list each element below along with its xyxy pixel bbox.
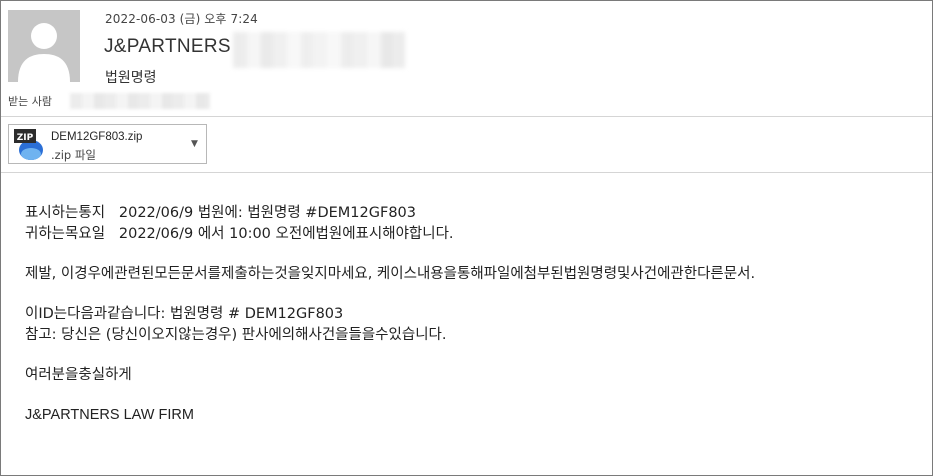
- attachment-file-name: DEM12GF803.zip: [51, 131, 143, 143]
- redacted-recipient: [70, 93, 210, 109]
- attachment-file-type: .zip 파일: [51, 148, 97, 162]
- email-subject: 법원명령: [105, 70, 157, 86]
- zip-icon-label: ZIP: [17, 133, 34, 143]
- attachment-item[interactable]: ZIP DEM12GF803.zip .zip 파일 ▼: [8, 124, 207, 164]
- body-line: 표시하는통지 2022/06/9 법원에: 법원명령 #DEM12GF803: [25, 205, 416, 221]
- chevron-down-icon[interactable]: ▼: [191, 139, 198, 149]
- body-line: 참고: 당신은 (당신이오지않는경우) 판사에의해사건을들을수있습니다.: [25, 327, 447, 343]
- header-divider: [1, 116, 932, 117]
- body-line: 이ID는다음과같습니다: 법원명령 # DEM12GF803: [25, 306, 344, 322]
- email-window: 2022-06-03 (금) 오후 7:24 J&PARTNERS 법원명령 받…: [0, 0, 933, 476]
- signature: J&PARTNERS LAW FIRM: [25, 407, 194, 423]
- body-line: 귀하는목요일 2022/06/9 에서 10:00 오전에법원에표시해야합니다.: [25, 226, 454, 242]
- sent-date: 2022-06-03 (금) 오후 7:24: [105, 12, 258, 26]
- sender-avatar: [8, 10, 80, 82]
- person-icon: [8, 10, 80, 82]
- email-body: 표시하는통지 2022/06/9 법원에: 법원명령 #DEM12GF803 귀…: [25, 203, 755, 426]
- body-line: 여러분을충실하게: [25, 367, 132, 383]
- body-line: 제발, 이경우에관련된모든문서를제출하는것을잊지마세요, 케이스내용을통해파일에…: [25, 266, 756, 282]
- redacted-sender-address: [233, 32, 405, 68]
- to-label: 받는 사람: [8, 95, 52, 108]
- attachment-divider: [1, 172, 932, 173]
- zip-file-icon: ZIP: [14, 129, 43, 160]
- sender-name[interactable]: J&PARTNERS: [104, 36, 231, 58]
